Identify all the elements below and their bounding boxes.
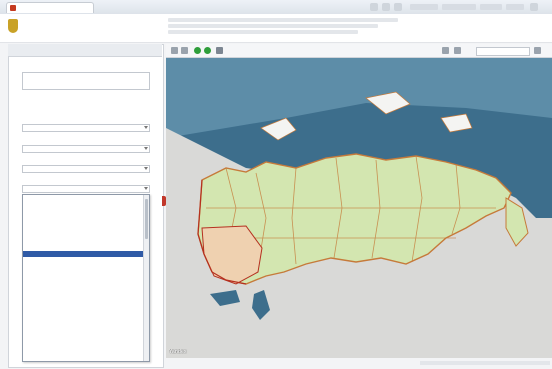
- filter-4-select[interactable]: [22, 185, 150, 193]
- map-provider-logo[interactable]: Yandex: [169, 349, 229, 356]
- reload-icon[interactable]: [394, 3, 402, 11]
- site-favicon-icon: [10, 5, 16, 11]
- dropdown-option[interactable]: [23, 318, 149, 324]
- header-description-line-1: [168, 18, 398, 22]
- dropdown-option[interactable]: [23, 279, 149, 285]
- back-icon[interactable]: [370, 3, 378, 11]
- dropdown-option[interactable]: [23, 296, 149, 302]
- chevron-down-icon: [144, 187, 148, 190]
- ruler-icon[interactable]: [442, 47, 449, 54]
- dropdown-option[interactable]: [23, 273, 149, 279]
- filter-3-label: [22, 158, 92, 163]
- dropdown-option[interactable]: [23, 240, 149, 246]
- map-view[interactable]: [166, 58, 552, 358]
- browser-toolbar: [0, 0, 552, 15]
- dropdown-option[interactable]: [23, 251, 149, 257]
- dropdown-option[interactable]: [23, 346, 149, 352]
- map-attribution: [420, 361, 550, 365]
- filter-4-label: [22, 178, 92, 183]
- layers-icon[interactable]: [216, 47, 223, 54]
- dropdown-options-list[interactable]: [22, 194, 150, 362]
- dropdown-option[interactable]: [23, 307, 149, 313]
- bookmark-link-1[interactable]: [410, 4, 438, 10]
- chevron-down-icon: [144, 167, 148, 170]
- bookmark-link-4[interactable]: [506, 4, 524, 10]
- chevron-down-icon: [144, 126, 148, 129]
- dropdown-option[interactable]: [23, 268, 149, 274]
- dropdown-option[interactable]: [23, 285, 149, 291]
- dropdown-option[interactable]: [23, 329, 149, 335]
- filter-4-value: [25, 186, 135, 192]
- dropdown-option[interactable]: [23, 262, 149, 268]
- dropdown-option[interactable]: [23, 341, 149, 347]
- filter-1-value: [25, 125, 135, 131]
- search-input-value: [25, 75, 143, 81]
- dropdown-option[interactable]: [23, 335, 149, 341]
- map-canvas[interactable]: [166, 58, 552, 358]
- dropdown-option[interactable]: [23, 257, 149, 263]
- browser-tab[interactable]: [6, 2, 94, 13]
- header-description-line-3: [168, 30, 358, 34]
- dropdown-scrollbar-thumb[interactable]: [145, 199, 148, 239]
- filter-1-select[interactable]: [22, 124, 150, 132]
- forward-icon[interactable]: [382, 3, 390, 11]
- dropdown-option[interactable]: [23, 352, 149, 358]
- search-label: [22, 65, 122, 70]
- play-icon[interactable]: [194, 47, 201, 54]
- bookmark-link-3[interactable]: [480, 4, 502, 10]
- menu-icon[interactable]: [530, 3, 538, 11]
- zoom-in-icon[interactable]: [171, 47, 178, 54]
- filter-2-value: [25, 146, 135, 152]
- dropdown-option[interactable]: [23, 324, 149, 330]
- layer-label[interactable]: [226, 48, 266, 53]
- map-search-icon[interactable]: [534, 47, 541, 54]
- dropdown-option[interactable]: [23, 245, 149, 251]
- map-search-input[interactable]: [476, 47, 530, 56]
- filter-2-label: [22, 138, 92, 143]
- header-top-right-link[interactable]: [500, 34, 548, 40]
- filter-1-label: [22, 117, 92, 122]
- dropdown-option[interactable]: [23, 223, 149, 229]
- filter-3-value: [25, 166, 135, 172]
- browser-tab-title: [19, 5, 89, 11]
- bookmark-link-2[interactable]: [442, 4, 476, 10]
- panel-collapse-handle[interactable]: [162, 196, 166, 206]
- dropdown-option[interactable]: [23, 206, 149, 212]
- dropdown-option[interactable]: [23, 290, 149, 296]
- dropdown-option[interactable]: [23, 195, 149, 201]
- panel-heading: [14, 46, 134, 53]
- filter-3-select[interactable]: [22, 165, 150, 173]
- stop-icon[interactable]: [204, 47, 211, 54]
- dropdown-option[interactable]: [23, 212, 149, 218]
- advanced-search-link[interactable]: [100, 95, 156, 101]
- dropdown-option[interactable]: [23, 234, 149, 240]
- header-description-line-2: [168, 24, 378, 28]
- filters-heading: [22, 104, 122, 109]
- dropdown-option[interactable]: [23, 301, 149, 307]
- filter-2-select[interactable]: [22, 145, 150, 153]
- dropdown-scrollbar[interactable]: [143, 195, 149, 361]
- settings-icon[interactable]: [454, 47, 461, 54]
- dropdown-option[interactable]: [23, 201, 149, 207]
- chevron-down-icon: [144, 147, 148, 150]
- coat-of-arms-icon: [8, 19, 18, 33]
- search-input[interactable]: [22, 72, 150, 90]
- zoom-out-icon[interactable]: [181, 47, 188, 54]
- dropdown-option[interactable]: [23, 229, 149, 235]
- site-title[interactable]: [22, 21, 142, 29]
- dropdown-option[interactable]: [23, 313, 149, 319]
- dropdown-option[interactable]: [23, 217, 149, 223]
